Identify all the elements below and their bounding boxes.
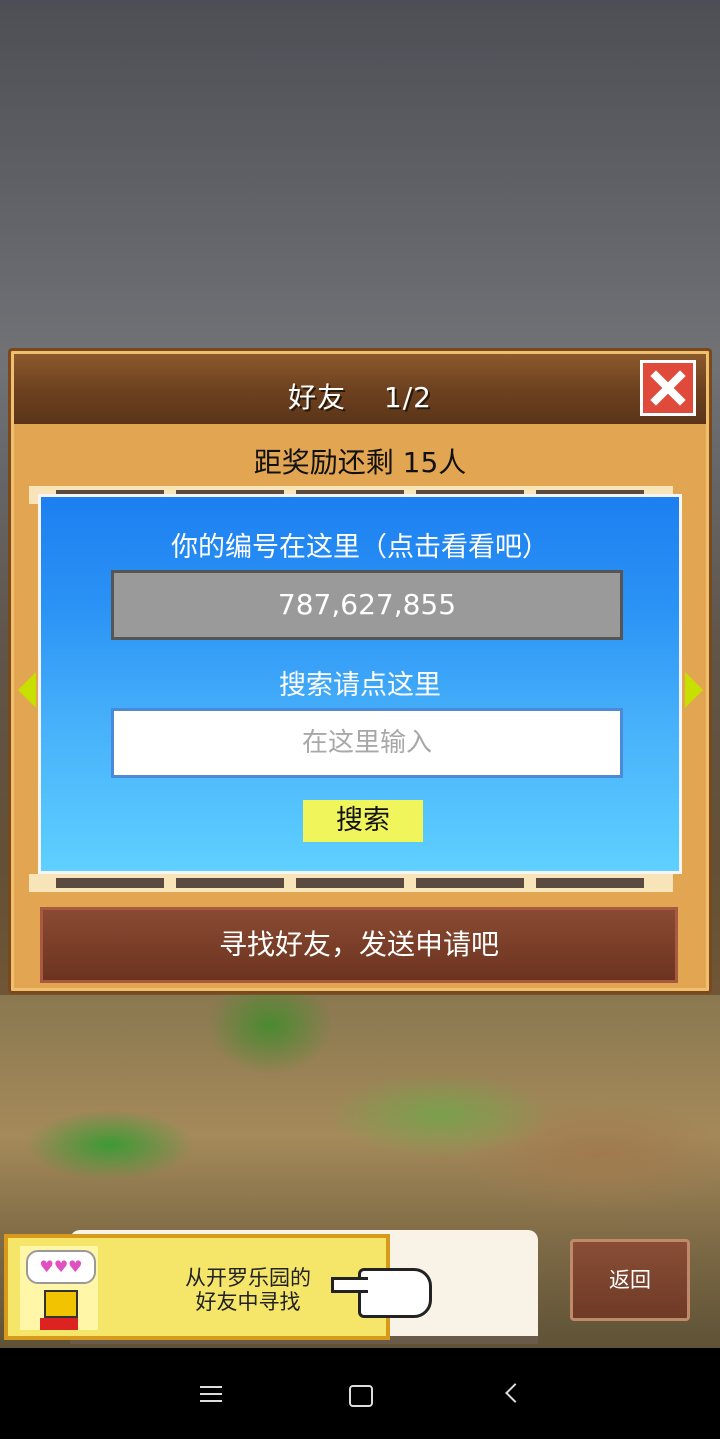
avatar: ♥♥♥ — [20, 1246, 98, 1330]
pointing-hand-icon — [331, 1268, 432, 1318]
page-indicator: 1/2 — [383, 381, 432, 414]
menu-icon[interactable] — [200, 1386, 222, 1402]
friend-slots-bottom — [29, 874, 673, 892]
search-panel: 你的编号在这里（点击看看吧） 787,627,855 搜索请点这里 在这里输入 … — [38, 494, 682, 874]
close-icon[interactable] — [640, 360, 696, 416]
back-button[interactable]: 返回 — [570, 1239, 690, 1321]
banner-line-1: 从开罗乐园的 — [185, 1266, 311, 1290]
android-nav-bar — [0, 1348, 720, 1439]
id-caption: 你的编号在这里（点击看看吧） — [171, 532, 549, 563]
search-button[interactable]: 搜索 — [303, 800, 423, 842]
dialog-title-bar: 好友 1/2 — [14, 354, 706, 424]
reward-remaining-text: 距奖励还剩 15人 — [253, 446, 467, 479]
banner-line-2: 好友中寻找 — [195, 1290, 301, 1314]
search-input[interactable]: 在这里输入 — [111, 708, 623, 778]
find-friends-button[interactable]: 寻找好友，发送申请吧 — [40, 907, 678, 983]
next-page-arrow-icon[interactable] — [685, 672, 703, 708]
title-label: 好友 — [288, 381, 347, 414]
home-icon[interactable] — [349, 1385, 373, 1407]
dialog-title: 好友 1/2 — [14, 376, 706, 416]
prev-page-arrow-icon[interactable] — [18, 672, 36, 708]
banner-text: 从开罗乐园的 好友中寻找 — [148, 1266, 348, 1314]
robot-character-icon — [40, 1290, 78, 1330]
player-id-field[interactable]: 787,627,855 — [111, 570, 623, 640]
back-icon[interactable] — [505, 1383, 525, 1403]
search-caption: 搜索请点这里 — [279, 670, 441, 701]
hearts-bubble: ♥♥♥ — [26, 1250, 96, 1284]
